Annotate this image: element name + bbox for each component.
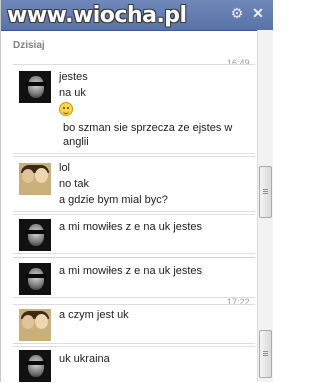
message-group: a mi mowiłes z e na uk jestes (13, 261, 255, 298)
message-group: a czym jest uk (13, 304, 255, 344)
avatar[interactable] (19, 163, 51, 195)
message-group: lol no tak a gdzie bym mial byc? (13, 156, 255, 212)
smile-icon (59, 102, 73, 116)
message-group: jestes na uk bo szman sie sprzecza ze ej… (13, 64, 255, 154)
message-text: a mi mowiłes z e na uk jestes (59, 221, 203, 233)
avatar[interactable] (19, 219, 51, 251)
scrollbar-thumb[interactable] (259, 166, 272, 218)
close-icon[interactable]: ✕ (250, 5, 266, 21)
message-text: a czym jest uk (59, 309, 129, 321)
message-text: uk ukraina (59, 353, 110, 365)
message-text: bo szman sie sprzecza ze ejstes w (63, 122, 233, 134)
chat-header: www.wiocha.pl ⚙ ✕ (1, 0, 273, 31)
divider (13, 257, 255, 258)
avatar[interactable] (19, 71, 51, 103)
message-text: lol (59, 162, 71, 174)
scrollbar-thumb[interactable] (259, 330, 272, 378)
avatar[interactable] (19, 350, 51, 382)
message-text: a mi mowiłes z e na uk jestes (59, 265, 203, 277)
message-text: no tak (59, 178, 89, 190)
message-text: na uk (59, 87, 86, 99)
message-text: anglii (63, 136, 89, 148)
watermark: www.wiocha.pl (7, 3, 187, 28)
message-group: uk ukraina (13, 346, 255, 383)
gear-icon[interactable]: ⚙ (229, 5, 245, 21)
message-group: a mi mowiłes z e na uk jestes (13, 214, 255, 254)
message-text: a gdzie bym mial byc? (59, 194, 168, 206)
message-text: jestes (59, 71, 88, 83)
chat-window: www.wiocha.pl ⚙ ✕ Dzisiaj 16:49 jestes n… (0, 0, 273, 383)
avatar[interactable] (19, 263, 51, 295)
avatar[interactable] (19, 309, 51, 341)
date-label: Dzisiaj (13, 40, 45, 51)
